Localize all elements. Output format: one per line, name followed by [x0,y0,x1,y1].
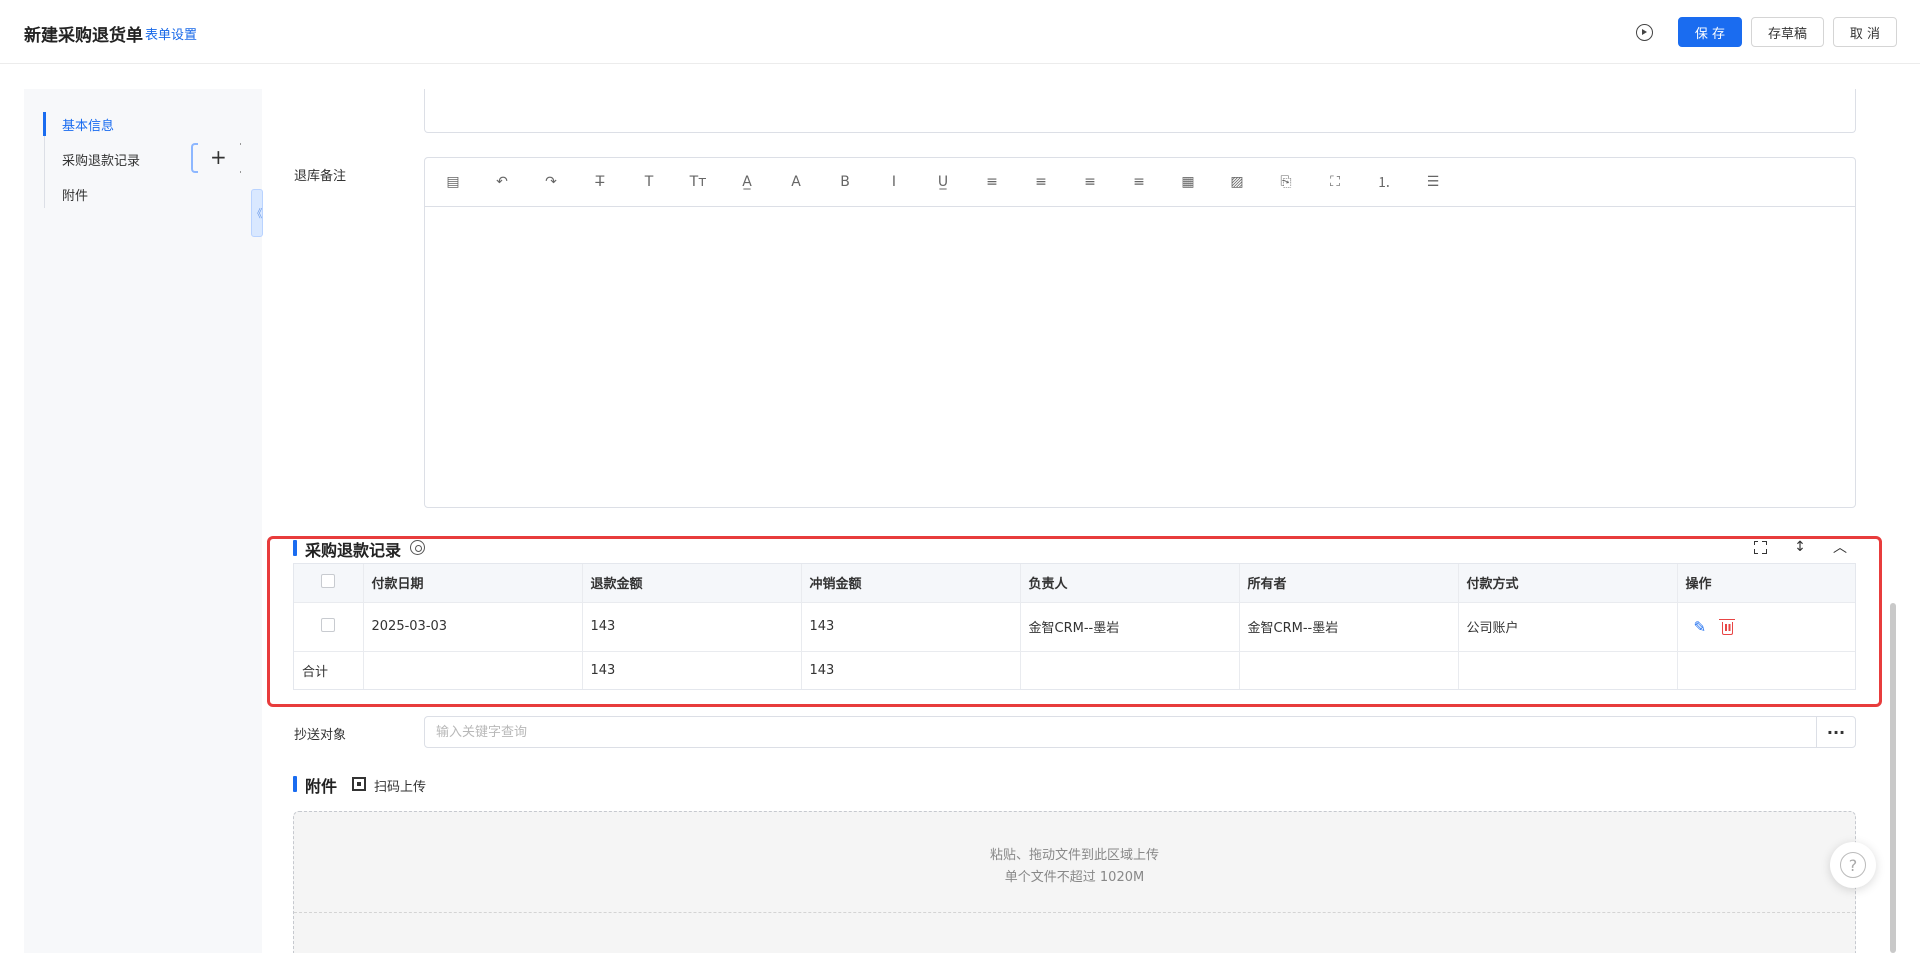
cc-more-button[interactable]: ··· [1816,716,1856,748]
nav-item-attachments[interactable]: 附件 [62,185,88,204]
ordered-list-icon[interactable]: ⒈ [1375,173,1393,191]
justify-icon[interactable]: ≡ [1130,173,1148,191]
nav-item-basic-info[interactable]: 基本信息 [62,115,114,134]
underline-icon[interactable]: U̲ [934,173,952,191]
page-header: 新建采购退货单 表单设置 保 存 存草稿 取 消 [0,0,1920,64]
scan-upload-link[interactable]: 扫码上传 [374,776,426,795]
chevron-left-icon: 《 [251,207,263,220]
owner-cell: 金智CRM--墨岩 [1020,602,1240,652]
column-header: 操作 [1677,564,1855,603]
summary-offset-cell: 143 [801,651,1021,689]
refund-amount-cell: 143 [582,602,802,652]
table-icon[interactable]: ▦ [1179,173,1197,191]
bg-color-icon[interactable]: A [787,173,805,191]
summary-empty-cell [1239,651,1459,689]
column-header: 冲销金额 [801,564,1021,603]
remark-rich-editor[interactable]: ▤ ↶ ↷ T̶ T Tт A̲ A B I U̲ ≡ ≡ ≡ ≡ ▦ ▨ ⎘ ⛶ ⒈ ☰ [424,157,1856,508]
fullscreen-icon[interactable]: ⛶ [1326,173,1344,191]
payment-method-cell: 公司账户 [1458,602,1678,652]
actions-cell: ✎ [1677,602,1855,652]
more-icon: ··· [1826,722,1846,742]
refund-table: 付款日期 退款金额 冲销金额 负责人 所有者 付款方式 操作 2025-03-0… [293,563,1856,690]
resize-vertical-icon[interactable]: ↕ [1791,538,1809,556]
select-all-cell [294,564,364,603]
scrollbar-thumb[interactable] [1890,603,1896,953]
play-circle-icon[interactable] [1636,24,1653,41]
chevron-up-icon[interactable]: ︿ [1831,538,1849,556]
font-size-icon[interactable]: Tт [689,173,707,191]
qr-code-icon[interactable] [352,777,366,791]
align-center-icon[interactable]: ≡ [1032,173,1050,191]
column-header: 付款方式 [1458,564,1678,603]
summary-row: 合计 143 143 [294,651,1855,689]
summary-refund-cell: 143 [582,651,802,689]
nav-bracket-decoration [191,143,198,173]
nav-item-refund-records[interactable]: 采购退款记录 [62,150,140,169]
section-marker [293,776,297,792]
section-marker [293,540,297,556]
table-header-row: 付款日期 退款金额 冲销金额 负责人 所有者 付款方式 操作 [294,564,1855,603]
edit-icon[interactable]: ✎ [1694,618,1707,636]
bold-icon[interactable]: B [836,173,854,191]
gear-icon[interactable] [410,540,425,555]
summary-empty-cell [1677,651,1855,689]
select-all-checkbox[interactable] [321,573,336,588]
row-select-cell [294,602,364,652]
save-draft-button[interactable]: 存草稿 [1751,17,1824,47]
offset-amount-cell: 143 [801,602,1021,652]
drop-hint: 粘贴、拖动文件到此区域上传 [989,848,1159,863]
holder-cell: 金智CRM--墨岩 [1239,602,1459,652]
summary-empty-cell [1020,651,1240,689]
table-row: 2025-03-03 143 143 金智CRM--墨岩 金智CRM--墨岩 公… [294,602,1855,652]
add-icon[interactable]: + [210,146,227,168]
help-button[interactable]: ? [1830,842,1876,888]
align-left-icon[interactable]: ≡ [983,173,1001,191]
text-icon[interactable]: T [640,173,658,191]
nav-active-indicator [43,112,46,136]
column-header: 负责人 [1020,564,1240,603]
strikethrough-icon[interactable]: T̶ [591,173,609,191]
attachment-section-title: 附件 [305,777,338,796]
image-icon[interactable]: ▨ [1228,173,1246,191]
fullscreen-icon[interactable] [1753,540,1767,554]
row-checkbox[interactable] [321,617,336,632]
remark-label: 退库备注 [294,169,347,184]
template-icon[interactable]: ▤ [444,173,462,191]
file-drop-zone[interactable]: 粘贴、拖动文件到此区域上传 单个文件不超过 1020M [293,811,1856,953]
file-size-hint: 单个文件不超过 1020M [1004,870,1145,885]
editor-toolbar: ▤ ↶ ↷ T̶ T Tт A̲ A B I U̲ ≡ ≡ ≡ ≡ ▦ ▨ ⎘ ⛶ ⒈ ☰ [425,158,1855,207]
previous-textarea[interactable] [424,89,1856,133]
delete-icon[interactable] [1719,618,1736,635]
undo-icon[interactable]: ↶ [493,173,511,191]
italic-icon[interactable]: I [885,173,903,191]
column-header: 所有者 [1239,564,1459,603]
collapse-nav-button[interactable]: 《 [251,189,263,237]
save-button[interactable]: 保 存 [1678,17,1742,47]
font-color-icon[interactable]: A̲ [738,173,756,191]
refund-section-title: 采购退款记录 [305,541,402,560]
cc-label: 抄送对象 [294,728,347,743]
form-settings-link[interactable]: 表单设置 [145,24,197,43]
summary-label: 合计 [294,651,364,689]
payment-date-cell: 2025-03-03 [363,602,583,652]
column-header: 付款日期 [363,564,583,603]
cc-search-input[interactable] [424,716,1817,748]
cancel-button[interactable]: 取 消 [1833,17,1897,47]
nav-bracket-tick [240,171,241,173]
summary-empty-cell [363,651,583,689]
column-header: 退款金额 [582,564,802,603]
unordered-list-icon[interactable]: ☰ [1424,173,1442,191]
nav-bracket-tick [240,143,241,145]
summary-empty-cell [1458,651,1678,689]
align-right-icon[interactable]: ≡ [1081,173,1099,191]
help-icon: ? [1840,852,1866,878]
attachment-icon[interactable]: ⎘ [1277,173,1295,191]
page-title: 新建采购退货单 [24,26,143,46]
drop-zone-divider [294,912,1855,913]
redo-icon[interactable]: ↷ [542,173,560,191]
section-nav-panel [24,89,262,953]
